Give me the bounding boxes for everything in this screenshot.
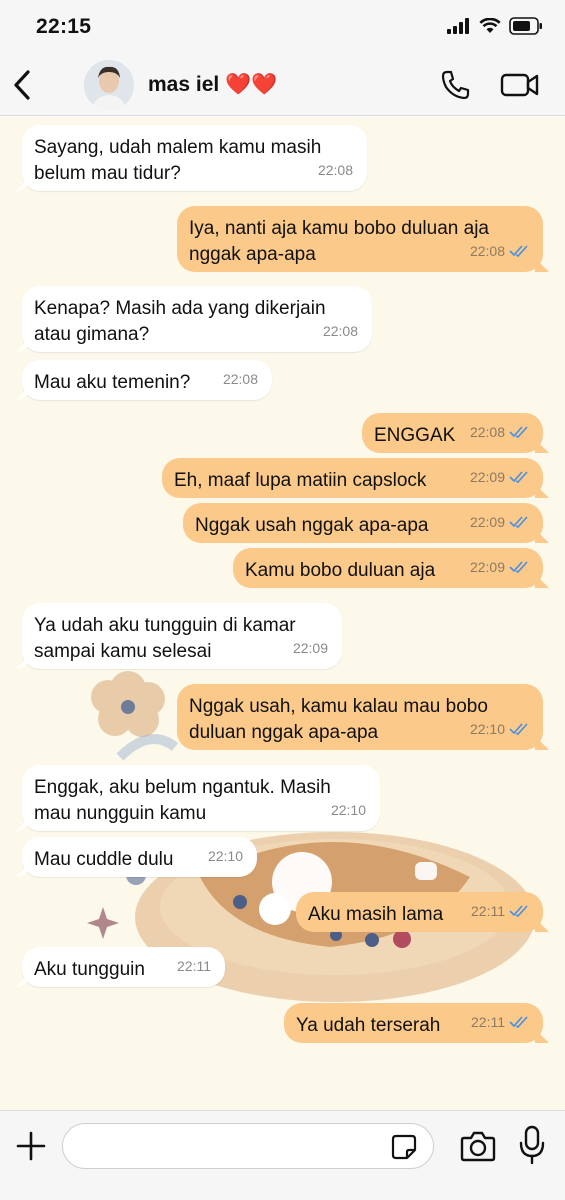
chat-header: mas iel ❤️❤️: [0, 56, 565, 116]
outgoing-message[interactable]: Kamu bobo duluan aja 22:09: [233, 548, 543, 588]
message-meta: 22:08: [470, 238, 529, 264]
signal-icon: [447, 18, 469, 34]
read-check-icon: [509, 561, 528, 573]
message-meta: 22:11: [471, 898, 529, 924]
message-time: 22:09: [469, 514, 505, 530]
read-check-icon: [509, 905, 528, 917]
message-meta: 22:08: [223, 366, 258, 392]
incoming-message[interactable]: Aku tungguin 22:11: [22, 947, 225, 987]
read-check-icon: [509, 245, 528, 257]
contact-name[interactable]: mas iel ❤️❤️: [148, 73, 277, 97]
message-time: 22:08: [322, 323, 358, 339]
message-meta: 22:09: [470, 464, 529, 490]
message-time: 22:10: [207, 848, 243, 864]
message-time: 22:08: [469, 424, 505, 440]
battery-icon: [509, 17, 542, 35]
read-check-icon: [509, 471, 528, 483]
message-time: 22:11: [177, 958, 211, 974]
incoming-message[interactable]: Mau aku temenin? 22:08: [22, 360, 272, 400]
message-meta: 22:10: [331, 797, 366, 823]
message-meta: 22:11: [471, 1009, 529, 1035]
phone-icon[interactable]: [440, 69, 472, 101]
message-time: 22:09: [292, 640, 328, 656]
message-text: Kenapa? Masih ada yang dikerjain atau gi…: [34, 298, 326, 345]
read-check-icon: [509, 1016, 528, 1028]
camera-icon[interactable]: [460, 1129, 496, 1163]
incoming-message[interactable]: Kenapa? Masih ada yang dikerjain atau gi…: [22, 286, 372, 352]
input-bar: [0, 1110, 565, 1200]
message-meta: 22:10: [470, 716, 529, 742]
message-time: 22:11: [471, 1014, 505, 1030]
outgoing-message[interactable]: Nggak usah, kamu kalau mau bobo duluan n…: [177, 684, 543, 750]
message-text: Enggak, aku belum ngantuk. Masih mau nun…: [34, 777, 331, 824]
incoming-message[interactable]: Ya udah aku tungguin di kamar sampai kam…: [22, 603, 342, 669]
microphone-icon[interactable]: [518, 1125, 546, 1165]
outgoing-message[interactable]: Nggak usah nggak apa-apa 22:09: [183, 503, 543, 543]
status-bar: 22:15: [0, 0, 565, 56]
outgoing-message[interactable]: Ya udah terserah 22:11: [284, 1003, 543, 1043]
status-time: 22:15: [36, 15, 92, 38]
message-time: 22:09: [469, 559, 505, 575]
message-time: 22:08: [317, 162, 353, 178]
message-time: 22:08: [222, 371, 258, 387]
incoming-message[interactable]: Enggak, aku belum ngantuk. Masih mau nun…: [22, 765, 380, 831]
read-check-icon: [509, 723, 528, 735]
read-check-icon: [509, 516, 528, 528]
incoming-message[interactable]: Sayang, udah malem kamu masih belum mau …: [22, 125, 367, 191]
back-arrow-icon[interactable]: [10, 68, 36, 102]
sticker-icon[interactable]: [390, 1133, 418, 1161]
message-time: 22:10: [469, 721, 505, 737]
message-time: 22:10: [330, 802, 366, 818]
outgoing-message[interactable]: Iya, nanti aja kamu bobo duluan aja ngga…: [177, 206, 543, 272]
message-meta: 22:10: [208, 843, 243, 869]
outgoing-message[interactable]: ENGGAK 22:08: [362, 413, 543, 453]
outgoing-message[interactable]: Eh, maaf lupa matiin capslock 22:09: [162, 458, 543, 498]
message-meta: 22:09: [293, 635, 328, 661]
message-time: 22:09: [469, 469, 505, 485]
plus-icon[interactable]: [14, 1129, 48, 1163]
outgoing-message[interactable]: Aku masih lama 22:11: [296, 892, 543, 932]
chat-area[interactable]: Sayang, udah malem kamu masih belum mau …: [0, 117, 565, 1110]
message-text: Ya udah aku tungguin di kamar sampai kam…: [34, 615, 296, 662]
message-meta: 22:08: [318, 157, 353, 183]
message-meta: 22:09: [470, 509, 529, 535]
read-check-icon: [509, 426, 528, 438]
video-call-icon[interactable]: [500, 70, 540, 100]
message-meta: 22:08: [470, 419, 529, 445]
message-meta: 22:11: [177, 953, 211, 979]
message-input[interactable]: [62, 1123, 434, 1169]
incoming-message[interactable]: Mau cuddle dulu 22:10: [22, 837, 257, 877]
message-time: 22:11: [471, 903, 505, 919]
message-meta: 22:09: [470, 554, 529, 580]
message-time: 22:08: [469, 243, 505, 259]
status-icons: [447, 17, 543, 35]
message-meta: 22:08: [323, 318, 358, 344]
wifi-icon: [479, 18, 501, 33]
message-text: Sayang, udah malem kamu masih belum mau …: [34, 137, 322, 184]
avatar[interactable]: [84, 60, 134, 110]
